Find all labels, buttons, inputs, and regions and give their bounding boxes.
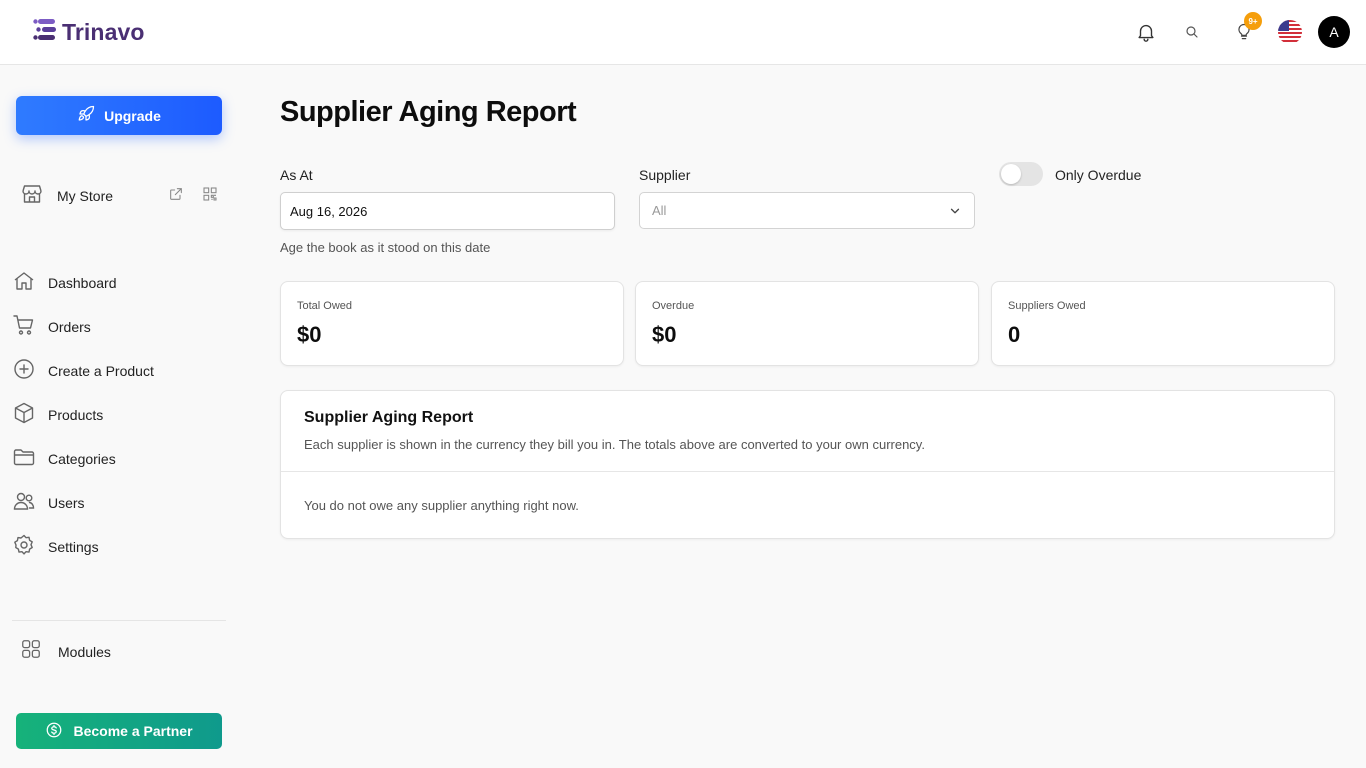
sidebar-item-settings[interactable]: Settings (12, 525, 222, 569)
external-link-icon[interactable] (168, 186, 184, 207)
toggle-knob (1001, 164, 1021, 184)
report-subtitle: Each supplier is shown in the currency t… (304, 437, 925, 452)
card-label: Overdue (652, 300, 695, 312)
sidebar-item-label: Settings (48, 539, 99, 555)
brand-name: Trinavo (62, 19, 145, 45)
supplier-label: Supplier (639, 167, 691, 183)
sidebar-divider (12, 620, 226, 621)
folder-icon (12, 445, 36, 474)
avatar[interactable]: A (1318, 16, 1350, 48)
logo-icon (33, 17, 59, 48)
store-icon (20, 182, 44, 211)
sidebar-item-label: Users (48, 495, 85, 511)
store-label: My Store (57, 188, 114, 204)
home-icon (12, 269, 36, 298)
as-at-label: As At (280, 167, 313, 183)
my-store[interactable]: My Store (20, 184, 220, 208)
only-overdue-toggle[interactable] (999, 162, 1043, 186)
sidebar-item-label: Orders (48, 319, 91, 335)
supplier-aging-report-panel: Supplier Aging Report Each supplier is s… (280, 390, 1335, 539)
sidebar-nav: Dashboard Orders Create a Product Produc… (12, 261, 222, 569)
sidebar-item-products[interactable]: Products (12, 393, 222, 437)
sidebar-item-label: Dashboard (48, 275, 117, 291)
as-at-date-input[interactable] (280, 192, 615, 230)
sidebar-item-label: Modules (58, 643, 111, 660)
sidebar-item-users[interactable]: Users (12, 481, 222, 525)
page-title: Supplier Aging Report (280, 96, 577, 128)
card-label: Suppliers Owed (1008, 300, 1086, 312)
as-at-helper-text: Age the book as it stood on this date (280, 240, 491, 255)
us-flag-icon[interactable] (1278, 20, 1302, 44)
notification-badge: 9+ (1244, 12, 1262, 30)
gear-icon (12, 533, 36, 562)
upgrade-label: Upgrade (104, 107, 161, 124)
supplier-select[interactable]: All (639, 192, 975, 229)
chevron-down-icon (948, 204, 962, 223)
card-value: $0 (652, 322, 677, 347)
supplier-select-value: All (652, 203, 667, 218)
rocket-icon (77, 105, 95, 126)
report-divider (281, 471, 1334, 472)
suppliers-owed-card: Suppliers Owed 0 (991, 281, 1335, 366)
sidebar-item-modules[interactable]: Modules (20, 638, 111, 665)
users-icon (12, 489, 36, 518)
overdue-card: Overdue $0 (635, 281, 979, 366)
bell-icon[interactable] (1132, 18, 1160, 46)
only-overdue-label: Only Overdue (1055, 167, 1142, 183)
card-value: 0 (1008, 322, 1021, 347)
card-value: $0 (297, 322, 322, 347)
sidebar-item-label: Categories (48, 451, 116, 467)
search-icon[interactable] (1178, 18, 1206, 46)
grid-icon (20, 638, 42, 665)
sidebar: Upgrade My Store Dashboard Orders Create… (0, 65, 240, 768)
report-empty-message: You do not owe any supplier anything rig… (304, 498, 579, 513)
report-title: Supplier Aging Report (304, 409, 474, 426)
upgrade-button[interactable]: Upgrade (16, 96, 222, 135)
total-owed-card: Total Owed $0 (280, 281, 624, 366)
sidebar-item-label: Products (48, 407, 104, 423)
dollar-circle-icon (45, 721, 63, 742)
sidebar-item-label: Create a Product (48, 363, 154, 379)
sidebar-item-orders[interactable]: Orders (12, 305, 222, 349)
plus-circle-icon (12, 357, 36, 386)
qr-code-icon[interactable] (202, 186, 218, 207)
partner-label: Become a Partner (73, 723, 193, 739)
box-icon (12, 401, 36, 430)
cart-icon (12, 313, 36, 342)
card-label: Total Owed (297, 300, 353, 312)
become-partner-button[interactable]: Become a Partner (16, 713, 222, 749)
top-bar: Trinavo 9+ A (0, 0, 1366, 65)
sidebar-item-categories[interactable]: Categories (12, 437, 222, 481)
lightbulb-icon[interactable]: 9+ (1230, 12, 1262, 46)
sidebar-item-create-product[interactable]: Create a Product (12, 349, 222, 393)
logo[interactable]: Trinavo (33, 17, 145, 48)
sidebar-item-dashboard[interactable]: Dashboard (12, 261, 222, 305)
